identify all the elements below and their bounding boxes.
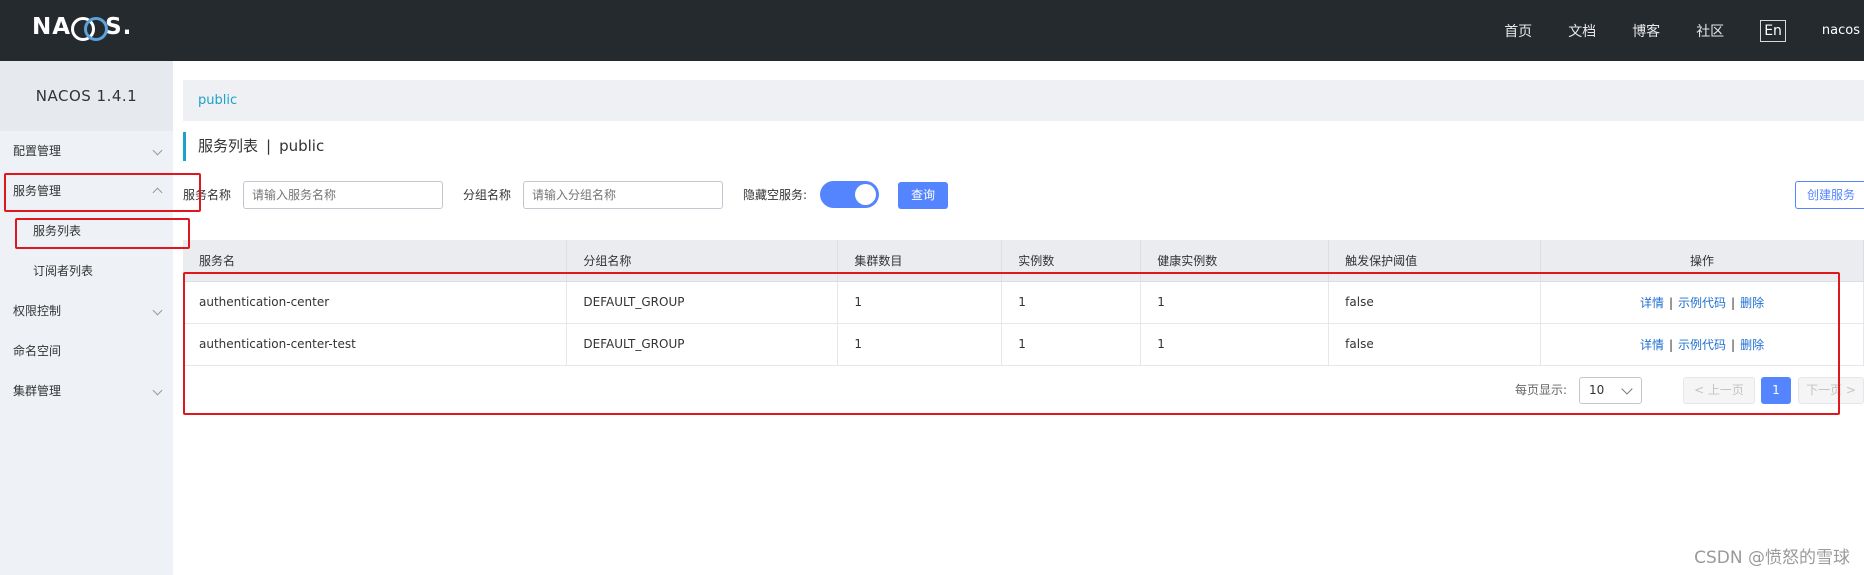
sidebar-item-subscribers[interactable]: 订阅者列表 bbox=[0, 251, 173, 291]
sidebar-item-label: 权限控制 bbox=[13, 304, 62, 318]
nav-docs[interactable]: 文档 bbox=[1568, 21, 1596, 41]
page-title-separator: | bbox=[266, 137, 272, 155]
group-name-input[interactable] bbox=[523, 181, 723, 209]
chevron-down-icon bbox=[152, 131, 163, 171]
query-button[interactable]: 查询 bbox=[898, 182, 948, 209]
sidebar-item-config[interactable]: 配置管理 bbox=[0, 131, 173, 171]
page-title-text: 服务列表 bbox=[198, 137, 259, 155]
filter-bar: 服务名称 分组名称 隐藏空服务: 查询 创建服务 bbox=[183, 180, 1864, 210]
nav-home[interactable]: 首页 bbox=[1504, 21, 1532, 41]
annotation-box bbox=[4, 173, 201, 212]
sidebar-item-label: 订阅者列表 bbox=[33, 264, 94, 278]
top-header: NA S. 首页 文档 博客 社区 En nacos bbox=[0, 0, 1864, 61]
group-name-label: 分组名称 bbox=[463, 188, 512, 202]
hide-empty-toggle[interactable] bbox=[820, 181, 879, 208]
page-title-namespace: public bbox=[279, 137, 325, 155]
nav-community[interactable]: 社区 bbox=[1696, 21, 1724, 41]
sidebar: NACOS 1.4.1 配置管理 服务管理 服务列表 订阅者列表 权限控制 命名… bbox=[0, 61, 173, 575]
chevron-down-icon bbox=[152, 291, 163, 331]
sidebar-item-label: 配置管理 bbox=[13, 144, 62, 158]
hide-empty-label: 隐藏空服务: bbox=[743, 188, 808, 202]
nav-blog[interactable]: 博客 bbox=[1632, 21, 1660, 41]
logo-mark-icon bbox=[71, 16, 109, 41]
sidebar-title: NACOS 1.4.1 bbox=[0, 61, 173, 131]
sidebar-item-cluster[interactable]: 集群管理 bbox=[0, 371, 173, 411]
sidebar-item-namespace[interactable]: 命名空间 bbox=[0, 331, 173, 371]
service-name-input[interactable] bbox=[243, 181, 443, 209]
sidebar-item-label: 集群管理 bbox=[13, 384, 62, 398]
create-service-button[interactable]: 创建服务 bbox=[1795, 181, 1864, 209]
sidebar-item-label: 命名空间 bbox=[13, 344, 62, 358]
annotation-box bbox=[183, 272, 1840, 415]
user-menu[interactable]: nacos bbox=[1822, 23, 1860, 38]
nacos-logo[interactable]: NA S. bbox=[32, 14, 132, 41]
language-switch[interactable]: En bbox=[1760, 19, 1786, 42]
page-title: 服务列表 | public bbox=[183, 132, 324, 161]
top-nav: 首页 文档 博客 社区 En nacos bbox=[1468, 0, 1864, 61]
watermark: CSDN @愤怒的雪球 bbox=[1694, 548, 1850, 568]
breadcrumb-namespace[interactable]: public bbox=[198, 93, 237, 108]
sidebar-item-access-control[interactable]: 权限控制 bbox=[0, 291, 173, 331]
chevron-down-icon bbox=[152, 371, 163, 411]
annotation-box bbox=[15, 218, 190, 249]
breadcrumb: public bbox=[183, 80, 1864, 121]
